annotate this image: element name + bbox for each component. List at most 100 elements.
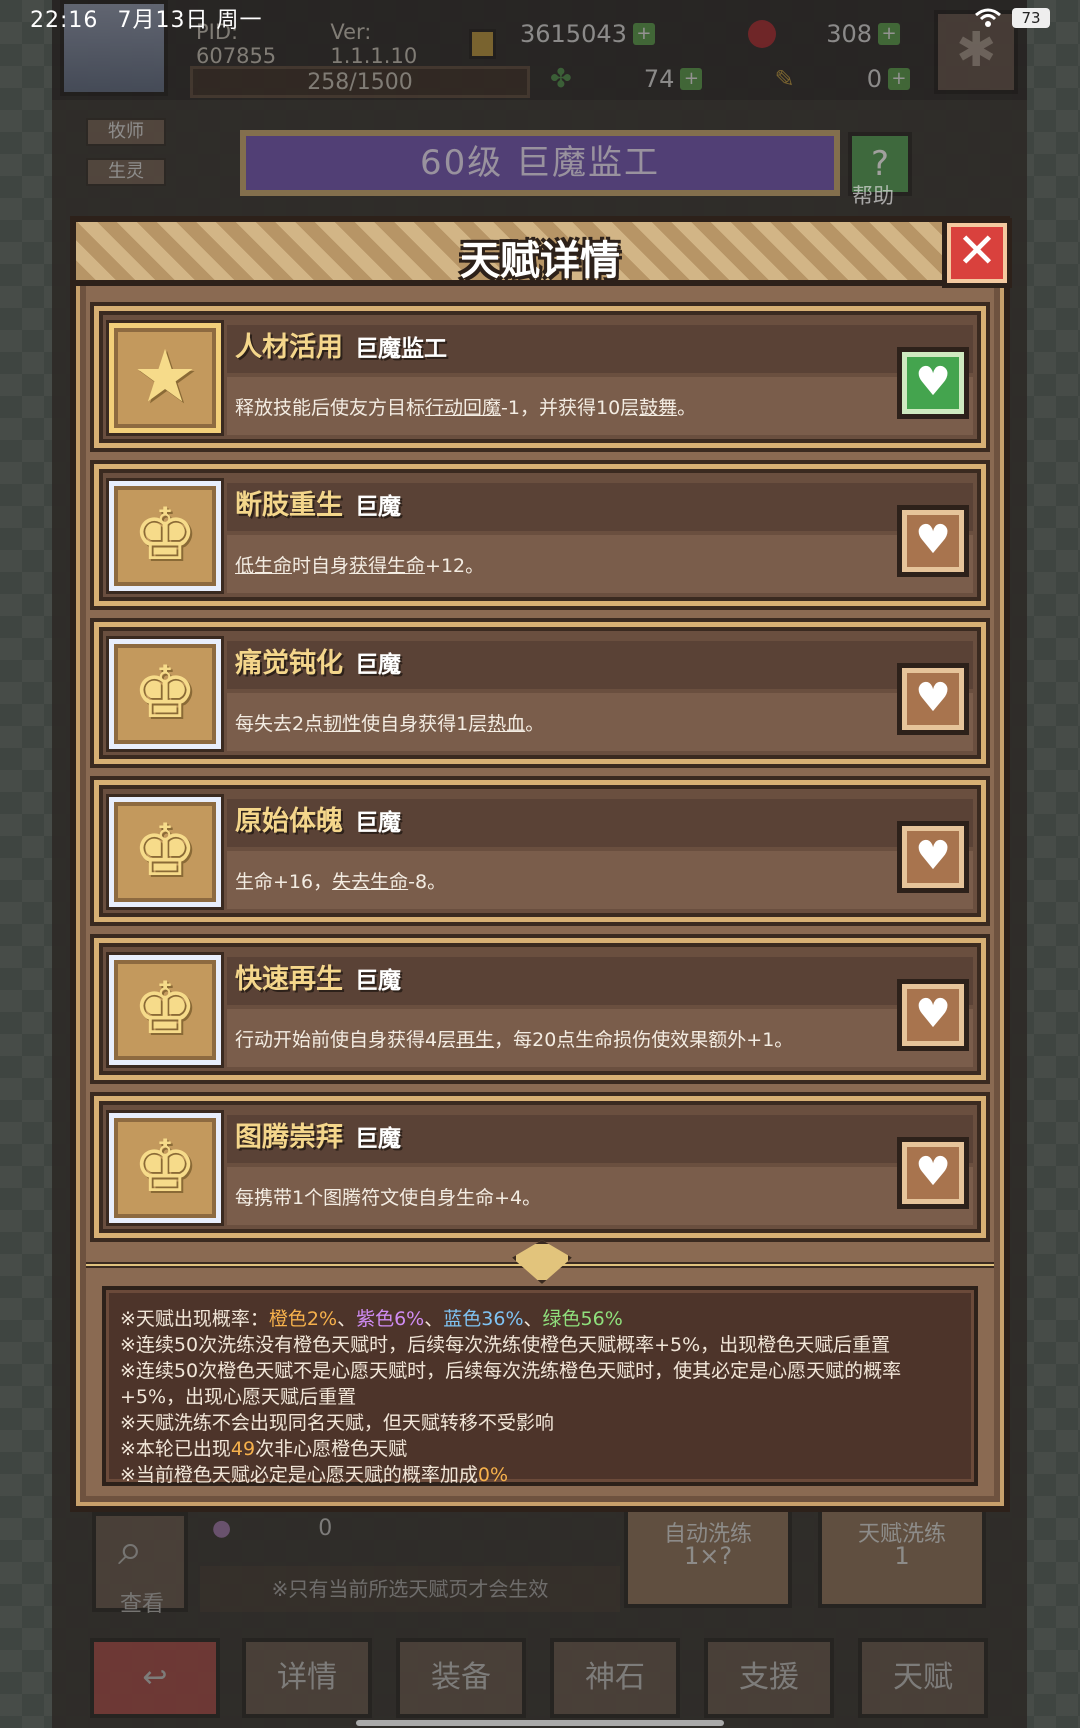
talent-name: 原始体魄: [235, 806, 343, 837]
talent-name: 痛觉钝化: [235, 648, 343, 679]
rule-line: ※天赋洗练不会出现同名天赋，但天赋转移不受影响: [120, 1412, 554, 1434]
clover-icon: ✤: [550, 64, 572, 94]
talent-icon-box: ★: [109, 323, 221, 433]
talent-race: 巨魔: [355, 652, 401, 678]
class-tag-priest: 牧师: [86, 118, 166, 146]
system-status-bar: 22:16 7月13日 周一 73: [0, 0, 1080, 36]
talent-race: 巨魔监工: [355, 336, 447, 362]
tab-support[interactable]: 支援: [704, 1638, 834, 1718]
talent-detail-modal: 天赋详情 ✕ ★ 人材活用 巨魔监工 释放技能后使友方目标行动回魔-1，并获得1…: [70, 216, 1012, 1512]
resource-row: ✤ 74 + ✎ 0 +: [550, 64, 910, 94]
green-rate: 绿色56%: [542, 1308, 623, 1330]
talent-card[interactable]: ♚ 快速再生 巨魔 行动开始前使自身获得4层再生，每20点生命损伤使效果额外+1…: [94, 938, 986, 1080]
tab-godstone[interactable]: 神石: [550, 1638, 680, 1718]
add-item-button[interactable]: +: [887, 68, 910, 90]
help-label: 帮助: [852, 184, 894, 208]
refine-cost: 0: [318, 1516, 333, 1541]
talent-name-row: 人材活用 巨魔监工: [227, 325, 973, 373]
wish-heart-button[interactable]: ♥: [897, 663, 969, 735]
hero-title-banner: 60级 巨魔监工: [240, 130, 840, 196]
talent-list: ★ 人材活用 巨魔监工 释放技能后使友方目标行动回魔-1，并获得10层鼓舞。 ♥…: [94, 306, 986, 1254]
talent-icon-box: ♚: [109, 797, 221, 907]
rule-line: ※连续50次橙色天赋不是心愿天赋时，后续每次洗练橙色天赋时，使其必定是心愿天赋的…: [120, 1360, 902, 1408]
return-arrow-icon: ↩: [142, 1660, 168, 1695]
talent-name: 图腾崇拜: [235, 1122, 343, 1153]
tab-talent[interactable]: 天赋: [858, 1638, 988, 1718]
talent-refine-button[interactable]: 天赋洗练 1: [818, 1508, 986, 1608]
wish-heart-button[interactable]: ♥: [897, 505, 969, 577]
status-date: 7月13日 周一: [117, 8, 263, 33]
refine-cost-row: ● 0: [200, 1516, 580, 1556]
exp-bar: 258/1500: [190, 66, 530, 98]
wish-heart-button[interactable]: ♥: [897, 821, 969, 893]
talent-card[interactable]: ♚ 痛觉钝化 巨魔 每失去2点韧性使自身获得1层热血。 ♥: [94, 622, 986, 764]
talent-name-row: 痛觉钝化 巨魔: [227, 641, 973, 689]
close-icon: ✕: [956, 223, 998, 279]
talent-race: 巨魔: [355, 1126, 401, 1152]
close-button[interactable]: ✕: [942, 218, 1012, 288]
modal-title: 天赋详情: [460, 238, 620, 284]
crown-icon: ♚: [132, 492, 198, 576]
talent-name-row: 图腾崇拜 巨魔: [227, 1115, 973, 1163]
potion-icon: ●: [212, 1516, 232, 1541]
wish-heart-button[interactable]: ♥: [897, 979, 969, 1051]
talent-name: 快速再生: [235, 964, 343, 995]
wish-heart-button[interactable]: ♥: [897, 347, 969, 419]
home-indicator: [356, 1720, 724, 1726]
talent-desc-row: 行动开始前使自身获得4层再生，每20点生命损伤使效果额外+1。: [227, 1009, 973, 1067]
rule-line: ※当前橙色天赋必定是心愿天赋的概率加成0%: [120, 1464, 509, 1486]
purple-rate: 紫色6%: [356, 1308, 425, 1330]
view-label: 查看: [120, 1592, 165, 1617]
talent-description: 每携带1个图腾符文使自身生命+4。: [235, 1186, 542, 1209]
talent-description: 低生命时自身获得生命+12。: [235, 554, 485, 577]
talent-card[interactable]: ♚ 图腾崇拜 巨魔 每携带1个图腾符文使自身生命+4。 ♥: [94, 1096, 986, 1238]
talent-name-row: 原始体魄 巨魔: [227, 799, 973, 847]
heart-icon: ♥: [915, 517, 951, 563]
tab-details[interactable]: 详情: [242, 1638, 372, 1718]
add-clover-button[interactable]: +: [680, 68, 703, 90]
tab-equipment[interactable]: 装备: [396, 1638, 526, 1718]
talent-card[interactable]: ♚ 断肢重生 巨魔 低生命时自身获得生命+12。 ♥: [94, 464, 986, 606]
talent-description: 每失去2点韧性使自身获得1层热血。: [235, 712, 545, 735]
talent-card[interactable]: ★ 人材活用 巨魔监工 释放技能后使友方目标行动回魔-1，并获得10层鼓舞。 ♥: [94, 306, 986, 448]
talent-card[interactable]: ♚ 原始体魄 巨魔 生命+16，失去生命-8。 ♥: [94, 780, 986, 922]
wish-heart-button[interactable]: ♥: [897, 1137, 969, 1209]
talent-desc-row: 低生命时自身获得生命+12。: [227, 535, 973, 593]
item-amount: 0: [866, 65, 882, 93]
orange-rate: 橙色2%: [268, 1308, 338, 1330]
effect-note: ※只有当前所选天赋页才会生效: [200, 1566, 620, 1612]
rate-line: ※天赋出现概率：橙色2%、紫色6%、蓝色36%、绿色56%: [120, 1308, 623, 1330]
blue-rate: 蓝色36%: [443, 1308, 524, 1330]
talent-race: 巨魔: [355, 810, 401, 836]
heart-icon: ♥: [915, 991, 951, 1037]
heart-icon: ♥: [915, 675, 951, 721]
talent-icon-box: ♚: [109, 1113, 221, 1223]
talent-refine-label: 天赋洗练: [857, 1522, 946, 1547]
magnifier-icon: ⌕: [118, 1524, 143, 1575]
crown-icon: ♚: [132, 966, 198, 1050]
back-button[interactable]: ↩: [90, 1638, 220, 1718]
status-time: 22:16: [30, 8, 99, 33]
talent-name-row: 断肢重生 巨魔: [227, 483, 973, 531]
class-tag-living: 生灵: [86, 158, 166, 186]
talent-desc-row: 释放技能后使友方目标行动回魔-1，并获得10层鼓舞。: [227, 377, 973, 435]
talent-icon-box: ♚: [109, 639, 221, 749]
talent-description: 释放技能后使友方目标行动回魔-1，并获得10层鼓舞。: [235, 396, 697, 419]
rule-line: ※本轮已出现49次非心愿橙色天赋: [120, 1438, 408, 1460]
wifi-icon: [975, 8, 1001, 27]
exp-text: 258/1500: [307, 69, 413, 95]
auto-refine-button[interactable]: 自动洗练 1×?: [624, 1508, 792, 1608]
talent-icon-box: ♚: [109, 955, 221, 1065]
auto-refine-label: 自动洗练: [663, 1522, 752, 1547]
non-wish-count: 49: [230, 1438, 256, 1460]
talent-rules-info: ※天赋出现概率：橙色2%、紫色6%、蓝色36%、绿色56% ※连续50次洗练没有…: [102, 1286, 978, 1486]
item-icon: ✎: [774, 65, 795, 93]
refine-controls: ⌕ 查看 ● 0 ※只有当前所选天赋页才会生效 自动洗练 1×? 天赋洗练 1: [70, 1508, 1010, 1622]
talent-desc-row: 生命+16，失去生命-8。: [227, 851, 973, 909]
talent-race: 巨魔: [355, 494, 401, 520]
heart-icon: ♥: [915, 833, 951, 879]
talent-name: 人材活用: [235, 332, 343, 363]
crown-icon: ♚: [132, 650, 198, 734]
star-icon: ★: [132, 334, 198, 418]
wish-bonus-rate: 0%: [477, 1464, 509, 1486]
